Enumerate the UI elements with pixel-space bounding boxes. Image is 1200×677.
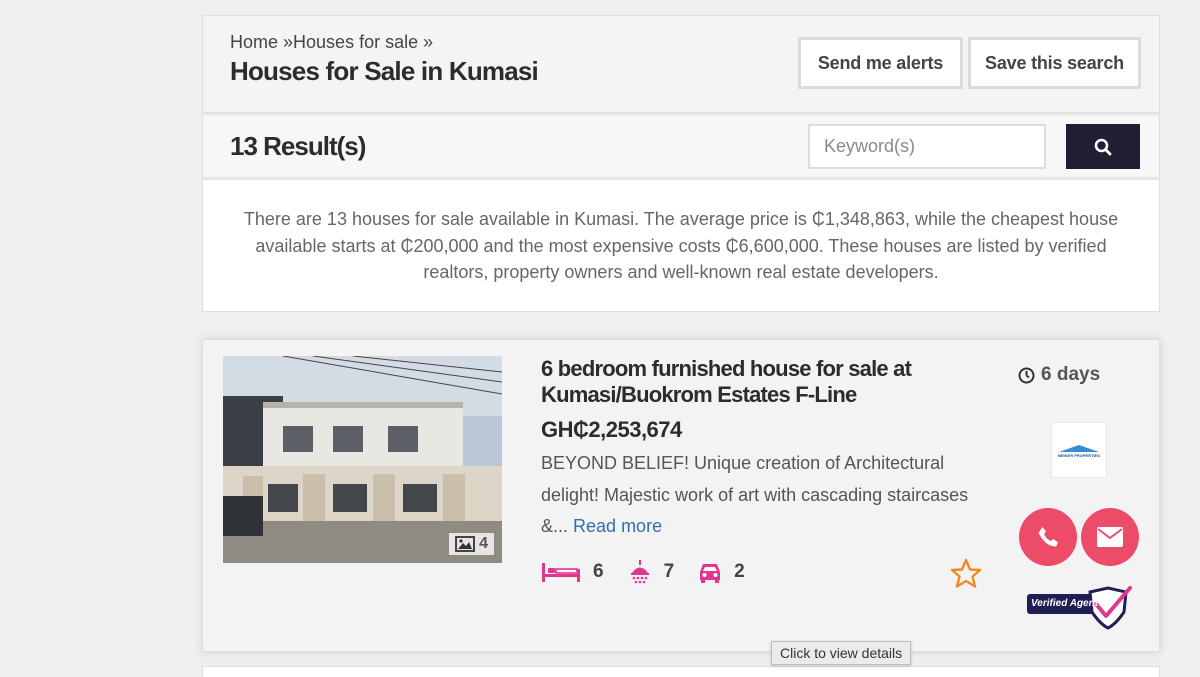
listing-features: 6 7 2: [541, 560, 769, 584]
email-agent-button[interactable]: [1081, 508, 1139, 566]
photo-count: 4: [479, 535, 488, 552]
favorite-star-icon[interactable]: [950, 558, 982, 588]
keyword-search-input[interactable]: [808, 124, 1046, 169]
agent-logo-text: BEIKER PROPERTIES: [1057, 452, 1100, 458]
phone-icon: [1038, 527, 1058, 547]
breadcrumb-category-link[interactable]: Houses for sale: [293, 32, 418, 52]
parking-feature: 2: [698, 561, 745, 583]
search-summary-text: There are 13 houses for sale available i…: [243, 209, 1119, 282]
parking-count: 2: [734, 561, 745, 582]
bedrooms-count: 6: [593, 561, 604, 582]
bedrooms-feature: 6: [541, 561, 604, 583]
read-more-link[interactable]: Read more: [573, 516, 662, 536]
listing-title[interactable]: 6 bedroom furnished house for sale at Ku…: [541, 356, 981, 408]
bathrooms-feature: 7: [628, 560, 675, 584]
next-listing-card[interactable]: [202, 666, 1160, 677]
results-count: 13 Result(s): [230, 131, 366, 161]
search-summary-panel: There are 13 houses for sale available i…: [202, 179, 1160, 312]
search-icon: [1094, 138, 1112, 155]
envelope-icon: [1097, 527, 1123, 547]
shower-icon: [630, 560, 649, 584]
save-search-button[interactable]: Save this search: [968, 37, 1141, 89]
search-button[interactable]: [1066, 124, 1140, 169]
bed-icon: [542, 563, 580, 582]
agent-logo[interactable]: BEIKER PROPERTIES: [1051, 422, 1107, 478]
breadcrumb-separator: »: [278, 32, 294, 52]
verified-agent-label: Verified Agent: [1031, 598, 1099, 609]
image-icon: [455, 536, 475, 552]
listing-card[interactable]: 4 6 bedroom furnished house for sale at …: [202, 339, 1160, 652]
search-header-panel: Home »Houses for sale » Houses for Sale …: [202, 15, 1160, 113]
posted-time: 6 days: [1018, 364, 1100, 386]
send-alerts-button[interactable]: Send me alerts: [798, 37, 963, 89]
tooltip: Click to view details: [771, 641, 912, 665]
listing-description: BEYOND BELIEF! Unique creation of Archit…: [541, 448, 981, 543]
house-photo-illustration: [223, 356, 502, 563]
clock-icon: [1018, 367, 1035, 383]
results-bar: 13 Result(s): [202, 114, 1160, 178]
photo-count-badge: 4: [449, 533, 494, 555]
page-title: Houses for Sale in Kumasi: [230, 56, 539, 86]
breadcrumb-separator: »: [418, 32, 434, 52]
agent-logo-mark: [1059, 444, 1099, 452]
posted-time-text: 6 days: [1041, 364, 1101, 385]
car-icon: [700, 564, 721, 583]
listing-price: GH₵2,253,674: [541, 417, 682, 442]
verified-agent-badge: Verified Agent: [1026, 586, 1132, 635]
breadcrumb-home-link[interactable]: Home: [230, 32, 278, 52]
call-agent-button[interactable]: [1019, 508, 1077, 566]
breadcrumb: Home »Houses for sale »: [230, 32, 433, 53]
listing-photo[interactable]: 4: [223, 356, 502, 563]
bathrooms-count: 7: [663, 561, 675, 582]
